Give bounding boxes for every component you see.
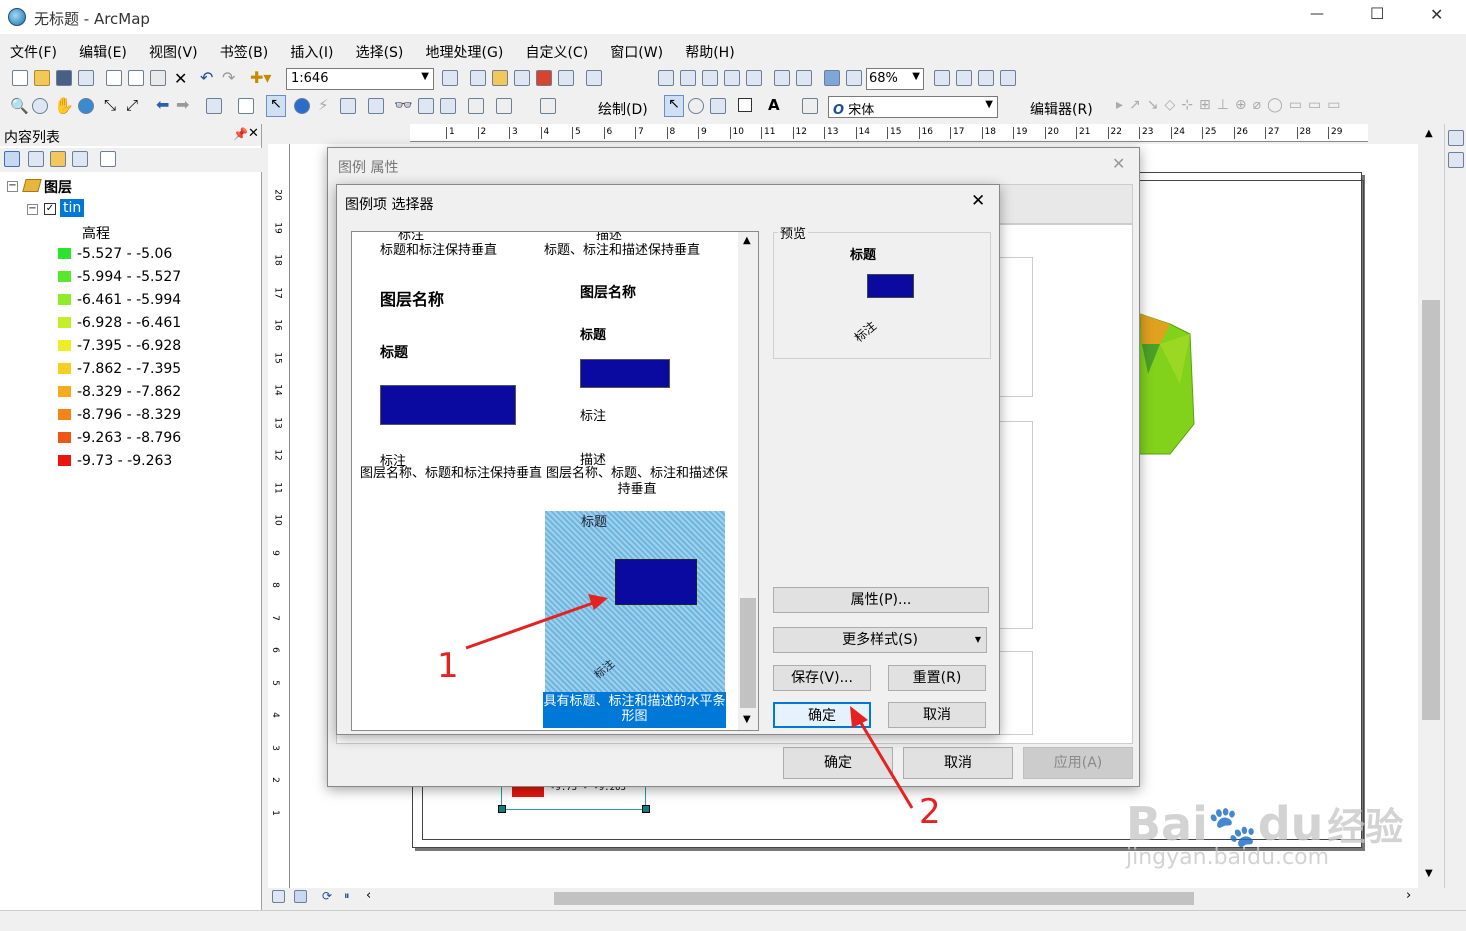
watermark-brand: Bai bbox=[1126, 797, 1208, 851]
annotation-arrow-2 bbox=[856, 717, 914, 809]
arrowhead-1 bbox=[588, 594, 608, 610]
annotation-number-1: 1 bbox=[437, 646, 459, 686]
watermark-brand2: du bbox=[1257, 797, 1324, 851]
annotation-arrow-1 bbox=[465, 600, 597, 650]
arrowhead-2 bbox=[850, 706, 868, 728]
annotation-number-2: 2 bbox=[919, 792, 941, 832]
baidu-watermark: Bai🐾du 经验 jingyan.baidu.com bbox=[1126, 796, 1403, 870]
watermark-cn: 经验 bbox=[1327, 805, 1404, 849]
annotation-overlay bbox=[465, 594, 914, 809]
paw-icon: 🐾 bbox=[1207, 804, 1258, 850]
